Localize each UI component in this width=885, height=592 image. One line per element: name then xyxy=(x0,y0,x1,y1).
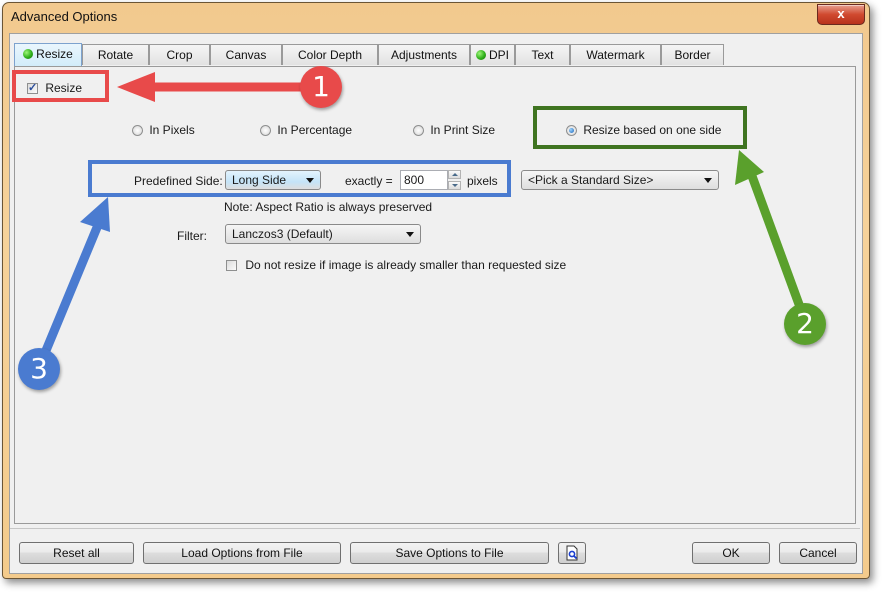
chevron-down-icon xyxy=(406,232,414,237)
radio-label: In Pixels xyxy=(149,123,195,137)
footer-divider xyxy=(10,528,860,529)
close-x-icon: x xyxy=(837,6,845,21)
radio-label: In Print Size xyxy=(430,123,496,137)
filter-label: Filter: xyxy=(177,229,207,243)
document-magnifier-icon xyxy=(566,545,578,561)
filter-dropdown[interactable]: Lanczos3 (Default) xyxy=(225,224,421,244)
tab-label: Text xyxy=(531,48,554,62)
tab-color-depth[interactable]: Color Depth xyxy=(282,44,378,65)
annotation-box-1 xyxy=(12,70,109,102)
tab-label: Color Depth xyxy=(297,48,363,62)
checkbox-icon xyxy=(226,260,237,271)
tab-crop[interactable]: Crop xyxy=(149,44,210,65)
annotation-badge-1: 1 xyxy=(300,66,342,108)
tab-label: Resize xyxy=(36,47,73,61)
tab-watermark[interactable]: Watermark xyxy=(570,44,661,65)
tab-border[interactable]: Border xyxy=(661,44,724,65)
preview-options-button[interactable] xyxy=(558,542,586,564)
radio-in-pixels[interactable]: In Pixels xyxy=(132,123,195,137)
save-options-button[interactable]: Save Options to File xyxy=(350,542,549,564)
window-title: Advanced Options xyxy=(11,9,118,24)
green-dot-icon xyxy=(23,49,34,59)
annotation-box-2 xyxy=(533,106,747,149)
tab-resize[interactable]: Resize xyxy=(14,43,82,66)
chevron-down-icon xyxy=(704,178,712,183)
no-upscale-label: Do not resize if image is already smalle… xyxy=(245,258,567,272)
radio-label: In Percentage xyxy=(277,123,353,137)
tab-label: Rotate xyxy=(97,48,134,62)
cancel-button[interactable]: Cancel xyxy=(779,542,857,564)
dropdown-value: <Pick a Standard Size> xyxy=(528,173,654,187)
tab-rotate[interactable]: Rotate xyxy=(82,44,149,65)
no-upscale-checkbox[interactable]: Do not resize if image is already smalle… xyxy=(226,258,566,272)
reset-all-button[interactable]: Reset all xyxy=(19,542,134,564)
advanced-options-dialog: Advanced Options x Resize Rotate Crop Ca… xyxy=(2,2,870,579)
annotation-badge-2: 2 xyxy=(784,303,826,345)
radio-icon xyxy=(413,125,424,136)
tab-adjustments[interactable]: Adjustments xyxy=(378,44,470,65)
tab-label: Canvas xyxy=(225,48,267,62)
load-options-button[interactable]: Load Options from File xyxy=(143,542,341,564)
tab-label: Border xyxy=(674,48,711,62)
tab-dpi[interactable]: DPI xyxy=(470,44,515,65)
radio-icon xyxy=(260,125,271,136)
annotation-box-3 xyxy=(88,160,511,197)
tab-label: Adjustments xyxy=(390,48,458,62)
tab-label: Crop xyxy=(166,48,193,62)
dropdown-value: Lanczos3 (Default) xyxy=(232,227,333,241)
radio-icon xyxy=(132,125,143,136)
tab-label: Watermark xyxy=(586,48,645,62)
standard-size-dropdown[interactable]: <Pick a Standard Size> xyxy=(521,170,719,190)
tab-text[interactable]: Text xyxy=(515,44,570,65)
ok-button[interactable]: OK xyxy=(692,542,770,564)
tab-label: DPI xyxy=(488,48,509,62)
annotation-badge-3: 3 xyxy=(18,348,60,390)
radio-in-print-size[interactable]: In Print Size xyxy=(413,123,495,137)
tab-canvas[interactable]: Canvas xyxy=(210,44,282,65)
aspect-ratio-note: Note: Aspect Ratio is always preserved xyxy=(224,200,433,214)
close-button[interactable]: x xyxy=(817,4,865,25)
radio-in-percentage[interactable]: In Percentage xyxy=(260,123,352,137)
green-dot-icon xyxy=(475,50,486,60)
